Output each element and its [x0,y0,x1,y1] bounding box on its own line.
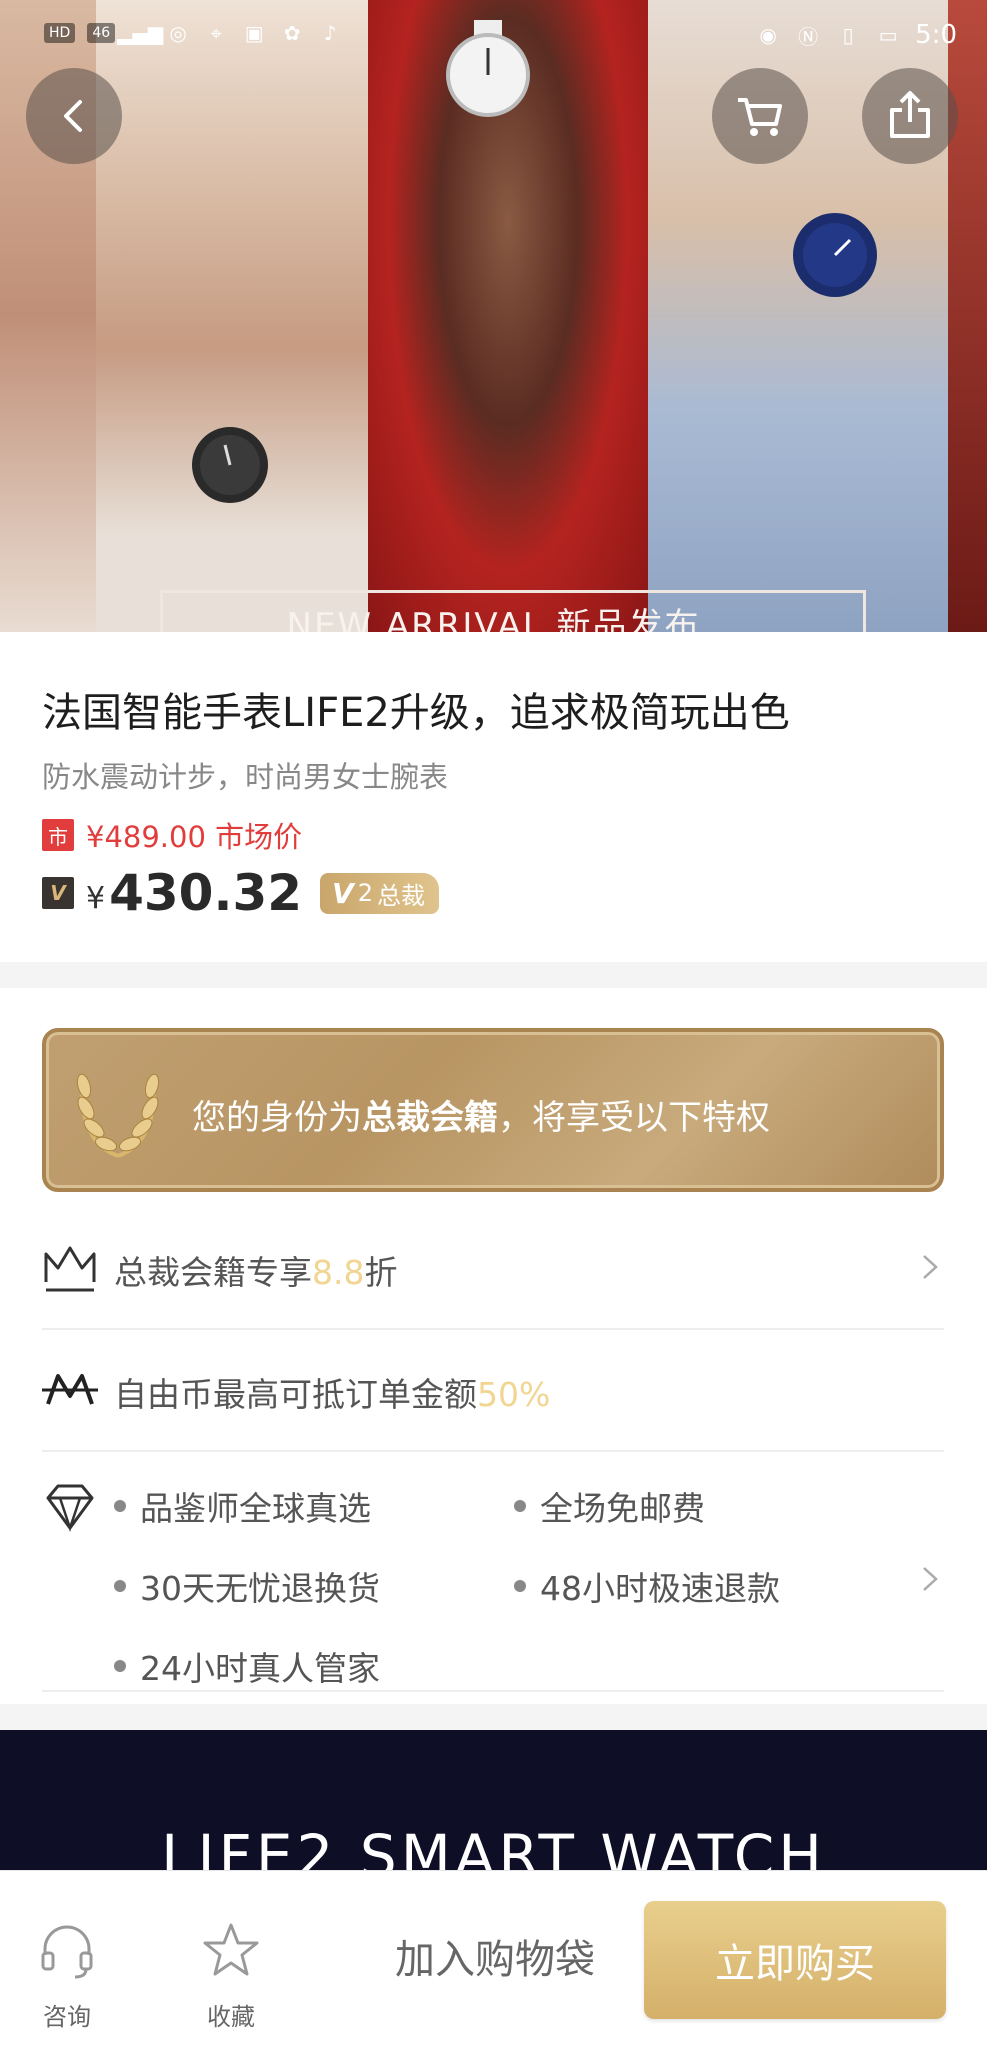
favorite-button[interactable]: 收藏 [186,1921,276,2032]
market-price-row: 市 ¥489.00 市场价 [42,814,302,856]
discount-label: 总裁会籍专享 [114,1253,312,1292]
battery-icon: ▭ [878,23,898,47]
cart-icon [738,98,782,136]
share-button[interactable] [862,68,958,164]
discount-text: 总裁会籍专享8.8折 [114,1246,397,1294]
back-icon [64,100,82,132]
coin-value: 50% [477,1375,551,1414]
vibrate-icon: ▯ [842,23,854,47]
hero-caption: NEW ARRIVAL 新品发布 [286,606,701,632]
watch-image [793,213,877,297]
product-hero-image[interactable]: NEW ARRIVAL 新品发布 [0,0,987,632]
coin-icon [42,1374,98,1405]
membership-badge: V 2 总裁 [320,872,439,914]
watch-image [192,427,268,503]
market-tag: 市 [42,819,74,851]
product-title: 法国智能手表LIFE2升级，追求极简玩出色 [42,690,790,736]
consult-button[interactable]: 咨询 [22,1921,112,2032]
add-to-bag-button[interactable]: 加入购物袋 [370,1927,620,1985]
paw-notification-icon: ✿ [283,21,301,45]
membership-banner-text: 您的身份为总裁会籍，将享受以下特权 [192,1090,770,1139]
nfc-icon: Ⓝ [798,24,819,49]
vip-price-row: V ¥ 430.32 V 2 总裁 [42,864,439,922]
cart-button[interactable] [712,68,808,164]
network-type: 46 [87,23,116,43]
membership-banner: 您的身份为总裁会籍，将享受以下特权 [42,1028,944,1192]
badge-v: V [332,876,354,910]
consult-label: 咨询 [43,2003,91,2031]
favorite-label: 收藏 [207,2003,255,2031]
map-notification-icon: ⌖ [210,21,222,45]
badge-level: 2 [357,879,373,907]
chevron-right-icon [923,1255,938,1279]
product-info: 法国智能手表LIFE2升级，追求极简玩出色 防水震动计步，时尚男女士腕表 市 ¥… [0,632,987,962]
signal-icon: ▂▄▆ [117,21,164,45]
hd-indicator: HD [44,23,76,43]
banner-prefix: 您的身份为 [192,1098,362,1138]
laurel-icon [76,1073,160,1158]
hero-panel [948,0,987,632]
market-price: ¥489.00 市场价 [86,820,303,854]
crown-icon [44,1246,96,1292]
currency-symbol: ¥ [86,880,106,916]
discount-suffix: 折 [364,1253,398,1292]
badge-text: 总裁 [377,881,425,910]
membership-section: 您的身份为总裁会籍，将享受以下特权 总裁会籍专享8.8折 自由币最高可抵订单金额… [0,988,987,1704]
headset-icon [41,1925,93,1979]
buy-now-button[interactable]: 立即购买 [644,1901,946,2019]
perks-row[interactable]: 品鉴师全球真选 全场免邮费 30天无忧退换货 48小时极速退款 24小时真人管家 [42,1452,944,1692]
perk-item: 全场免邮费 [514,1482,705,1530]
status-bar: HD 46 ▂▄▆ ◎ ⌖ ▣ ✿ ♪ ◉ Ⓝ ▯ ▭ 5:0 [0,0,987,70]
eye-icon: ◉ [759,23,777,47]
back-button[interactable] [26,68,122,164]
bottom-action-bar: 咨询 收藏 加入购物袋 立即购买 [0,1870,987,2048]
status-right: ◉ Ⓝ ▯ ▭ 5:0 [755,20,957,50]
banner-suffix: ，将享受以下特权 [498,1098,770,1138]
chevron-right-icon [923,1567,938,1591]
status-left: HD 46 ▂▄▆ ◎ ⌖ ▣ ✿ ♪ [44,20,343,46]
star-icon [203,1923,259,1976]
app-notification-icon: ◎ [169,21,187,45]
discount-row[interactable]: 总裁会籍专享8.8折 [42,1210,944,1330]
perk-item: 品鉴师全球真选 [114,1482,371,1530]
coin-text: 自由币最高可抵订单金额50% [114,1368,550,1416]
diamond-icon [46,1484,94,1532]
app-notification-icon: ▣ [244,21,264,45]
coin-label: 自由币最高可抵订单金额 [114,1375,477,1414]
music-notification-icon: ♪ [323,21,337,45]
perk-item: 48小时极速退款 [514,1562,780,1610]
perk-item: 30天无忧退换货 [114,1562,380,1610]
vip-price: 430.32 [109,864,303,922]
discount-value: 8.8 [312,1253,365,1292]
product-subtitle: 防水震动计步，时尚男女士腕表 [42,760,449,794]
share-icon [890,91,930,138]
membership-level: 总裁会籍 [362,1098,498,1138]
coin-row: 自由币最高可抵订单金额50% [42,1330,944,1452]
vip-tag: V [42,877,74,909]
perk-item: 24小时真人管家 [114,1642,380,1690]
hero-panel [96,0,368,632]
clock: 5:0 [915,20,957,50]
